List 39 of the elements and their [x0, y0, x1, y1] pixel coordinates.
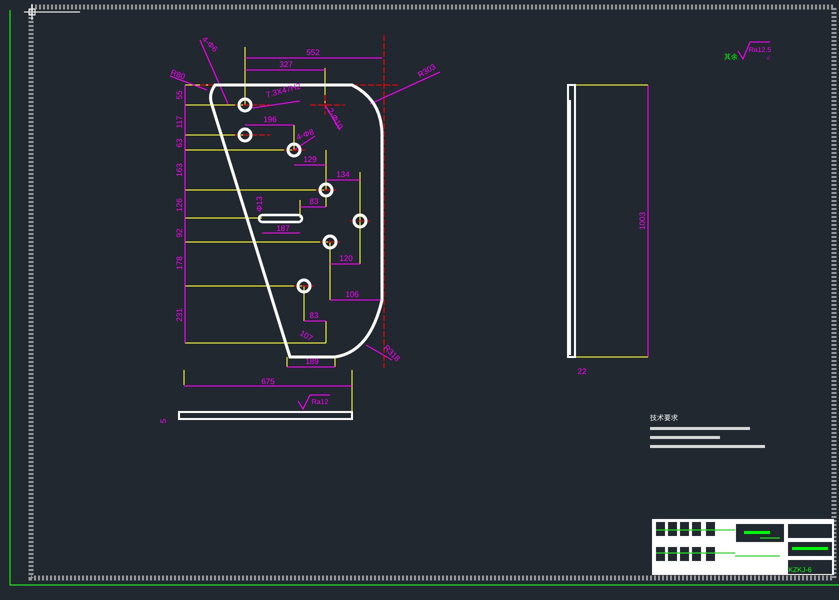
dimension-label: 134: [336, 170, 350, 179]
dimension-label: 63: [175, 138, 184, 148]
bolt-hole: [286, 142, 302, 158]
dimension-label: 4-Φ8: [295, 127, 316, 142]
roughness-symbol-icon: [738, 42, 770, 60]
dimension-label: 106: [345, 290, 359, 299]
dimension-label: 327: [279, 60, 293, 69]
dimension-label: 552: [306, 48, 320, 57]
bolt-hole: [238, 98, 252, 112]
dimension-label: 231: [175, 308, 184, 322]
dimension-label: 83: [310, 197, 318, 206]
dimension-label: 1003: [638, 212, 647, 230]
dimension-label: 189: [305, 357, 319, 366]
dimension-label: 675: [261, 377, 275, 386]
dimension-label: 126: [175, 198, 184, 212]
bolt-hole: [296, 278, 312, 294]
dimension-label: 22: [578, 367, 586, 376]
dimension-label: 178: [175, 256, 184, 270]
roughness-symbol-icon: [298, 394, 330, 410]
slot-hole: [258, 214, 304, 224]
bolt-hole: [322, 234, 338, 250]
bolt-hole: [318, 182, 334, 198]
crosshair-cursor-icon: [24, 4, 80, 20]
dimension-label: 5: [159, 418, 168, 424]
dimension-label: 187: [276, 224, 290, 233]
dimension-label: R303: [416, 62, 438, 80]
dimension-label: 55: [175, 90, 184, 100]
dimension-label: R80: [169, 68, 186, 82]
dimension-label: Φ13: [255, 196, 264, 212]
dimension-label: 196: [263, 115, 277, 124]
bolt-hole: [352, 214, 368, 228]
dimension-label: 107: [298, 328, 314, 344]
dimension-label: 129: [303, 155, 317, 164]
dimension-label: 163: [175, 163, 184, 177]
dimension-label: 120: [339, 254, 353, 263]
dimension-label: 92: [175, 228, 184, 238]
dimension-label: 83: [310, 311, 318, 320]
bolt-hole: [238, 128, 252, 142]
dimension-label: 117: [175, 116, 184, 128]
